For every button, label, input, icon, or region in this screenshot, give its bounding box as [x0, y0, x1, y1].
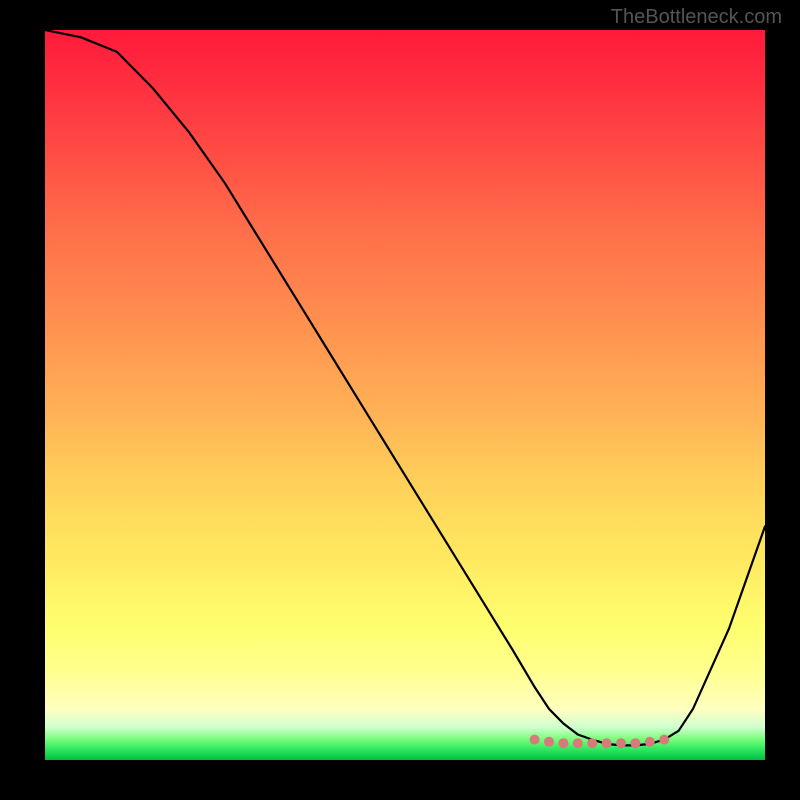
plot-area — [45, 30, 765, 760]
trough-marker — [602, 738, 612, 748]
trough-marker — [645, 737, 655, 747]
chart-container: TheBottleneck.com — [0, 0, 800, 800]
trough-marker — [530, 735, 540, 745]
trough-marker — [616, 738, 626, 748]
trough-marker — [573, 738, 583, 748]
trough-marker — [587, 738, 597, 748]
trough-marker — [659, 735, 669, 745]
bottleneck-curve — [45, 30, 765, 745]
trough-marker — [630, 738, 640, 748]
watermark-text: TheBottleneck.com — [611, 6, 782, 29]
trough-marker — [558, 738, 568, 748]
trough-marker — [544, 737, 554, 747]
curve-layer — [45, 30, 765, 760]
